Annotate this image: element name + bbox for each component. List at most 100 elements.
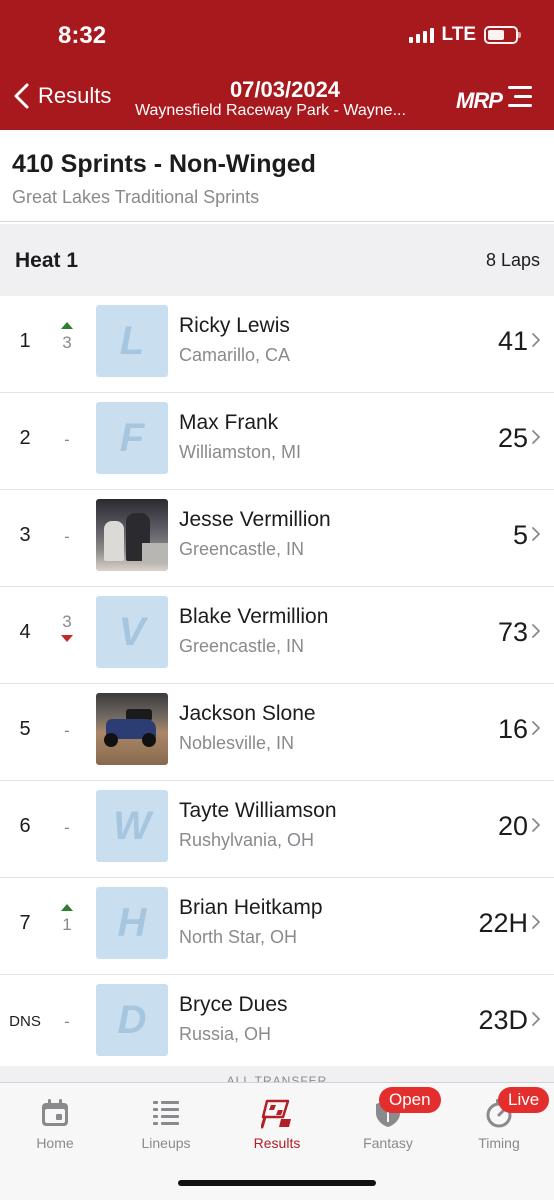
finish-position: 4 <box>19 621 31 643</box>
finish-position: 6 <box>19 815 31 837</box>
result-row[interactable]: 6 - W Tayte Williamson Rushylvania, OH 2… <box>0 781 554 878</box>
position-change: - <box>54 803 80 855</box>
car-number: 25 <box>497 423 528 453</box>
result-row[interactable]: 7 1 H Brian Heitkamp North Star, OH 22H <box>0 878 554 975</box>
arrow-up-icon <box>61 904 73 911</box>
position-change-value: - <box>64 818 70 837</box>
result-row[interactable]: 4 3 V Blake Vermillion Greencastle, IN 7… <box>0 587 554 684</box>
finish-position: DNS <box>9 1013 41 1030</box>
tab-fantasy[interactable]: Fantasy Open <box>333 1083 443 1163</box>
result-row[interactable]: 3 - Jesse Vermillion Greencastle, IN 5 <box>0 490 554 587</box>
tab-label: Timing <box>478 1135 520 1151</box>
driver-name: Brian Heitkamp <box>179 896 323 919</box>
driver-hometown: Greencastle, IN <box>179 539 305 559</box>
driver-name: Jackson Slone <box>179 702 316 725</box>
position-change-value: 3 <box>62 612 72 631</box>
position-change-value: - <box>64 527 70 546</box>
chevron-right-icon <box>532 333 540 347</box>
driver-avatar: F <box>96 402 168 474</box>
tab-label: Results <box>253 1135 301 1151</box>
avatar-initial: D <box>117 997 147 1042</box>
driver-hometown: Rushylvania, OH <box>179 830 315 850</box>
class-header: 410 Sprints - Non-Winged Great Lakes Tra… <box>0 130 554 222</box>
mrp-logo: MRP <box>456 80 532 114</box>
network-type: LTE <box>441 24 476 45</box>
driver-name: Tayte Williamson <box>179 799 337 822</box>
position-change-value: - <box>64 430 70 449</box>
position-change-value: 1 <box>62 915 72 934</box>
people-photo <box>96 499 168 571</box>
driver-avatar: V <box>96 596 168 668</box>
race-car-photo <box>96 693 168 765</box>
position-change-value: - <box>64 1012 70 1031</box>
driver-name: Max Frank <box>179 411 279 434</box>
driver-hometown: Greencastle, IN <box>179 636 305 656</box>
results-list: 1 3 L Ricky Lewis Camarillo, CA 41 2 - F… <box>0 296 554 1072</box>
status-time: 8:32 <box>58 22 107 49</box>
home-indicator <box>178 1180 376 1186</box>
finish-position: 2 <box>19 427 31 449</box>
chevron-right-icon <box>532 527 540 541</box>
driver-hometown: Williamston, MI <box>179 442 302 462</box>
finish-position: 7 <box>19 912 31 934</box>
avatar-initial: V <box>118 609 146 654</box>
chevron-right-icon <box>532 818 540 832</box>
cellular-signal-icon <box>408 27 434 43</box>
tab-timing[interactable]: Timing Live <box>444 1083 554 1163</box>
tab-results[interactable]: Results <box>222 1083 332 1163</box>
tab-label: Lineups <box>141 1135 191 1151</box>
position-change: - <box>54 512 80 564</box>
avatar-initial: W <box>113 803 151 848</box>
result-row[interactable]: 1 3 L Ricky Lewis Camarillo, CA 41 <box>0 296 554 393</box>
driver-avatar: D <box>96 984 168 1056</box>
chevron-right-icon <box>532 624 540 638</box>
driver-avatar: L <box>96 305 168 377</box>
chevron-right-icon <box>532 430 540 444</box>
driver-hometown: Noblesville, IN <box>179 733 295 753</box>
class-subtitle: Great Lakes Traditional Sprints <box>12 187 260 207</box>
car-number: 41 <box>497 326 528 356</box>
tab-home[interactable]: Home <box>0 1083 110 1163</box>
status-indicators: LTE <box>408 24 521 46</box>
tab-lineups[interactable]: Lineups <box>111 1083 221 1163</box>
position-change: - <box>54 415 80 467</box>
driver-hometown: North Star, OH <box>179 927 298 947</box>
car-number: 73 <box>497 617 528 647</box>
list-icon <box>153 1101 179 1125</box>
battery-icon <box>484 26 521 44</box>
finish-position: 3 <box>19 524 31 546</box>
driver-photo <box>96 693 168 765</box>
car-number: 5 <box>512 520 528 550</box>
position-change: 3 <box>54 318 80 370</box>
heat-laps: 8 Laps <box>485 250 540 270</box>
app-header: 8:32 LTE Results 07/03/2024 Waynesfield … <box>0 0 554 130</box>
avatar-initial: L <box>119 318 145 363</box>
result-row[interactable]: 2 - F Max Frank Williamston, MI 25 <box>0 393 554 490</box>
heat-name: Heat 1 <box>15 249 79 272</box>
car-number: 22H <box>478 908 528 938</box>
heat-header: Heat 1 8 Laps <box>0 224 554 296</box>
result-row[interactable]: 5 - Jackson Slone Noblesville, IN 16 <box>0 684 554 781</box>
position-change-value: 3 <box>62 333 72 352</box>
arrow-down-icon <box>61 635 73 642</box>
position-change: 3 <box>54 609 80 661</box>
driver-name: Jesse Vermillion <box>179 508 331 531</box>
car-number: 20 <box>497 811 528 841</box>
tab-label: Fantasy <box>363 1135 413 1151</box>
position-change: - <box>54 706 80 758</box>
finish-position: 5 <box>19 718 31 740</box>
driver-hometown: Russia, OH <box>179 1024 272 1044</box>
checkered-flag-icon <box>261 1099 291 1129</box>
avatar-initial: F <box>119 415 145 460</box>
class-title: 410 Sprints - Non-Winged <box>12 150 316 178</box>
chevron-right-icon <box>532 1012 540 1026</box>
chevron-right-icon <box>532 915 540 929</box>
driver-name: Ricky Lewis <box>179 314 290 337</box>
arrow-up-icon <box>61 322 73 329</box>
live-badge: Live <box>498 1087 550 1113</box>
driver-photo <box>96 499 168 571</box>
car-number: 23D <box>478 1005 528 1035</box>
open-badge: Open <box>379 1087 441 1113</box>
driver-hometown: Camarillo, CA <box>179 345 291 365</box>
result-row[interactable]: DNS - D Bryce Dues Russia, OH 23D <box>0 975 554 1072</box>
